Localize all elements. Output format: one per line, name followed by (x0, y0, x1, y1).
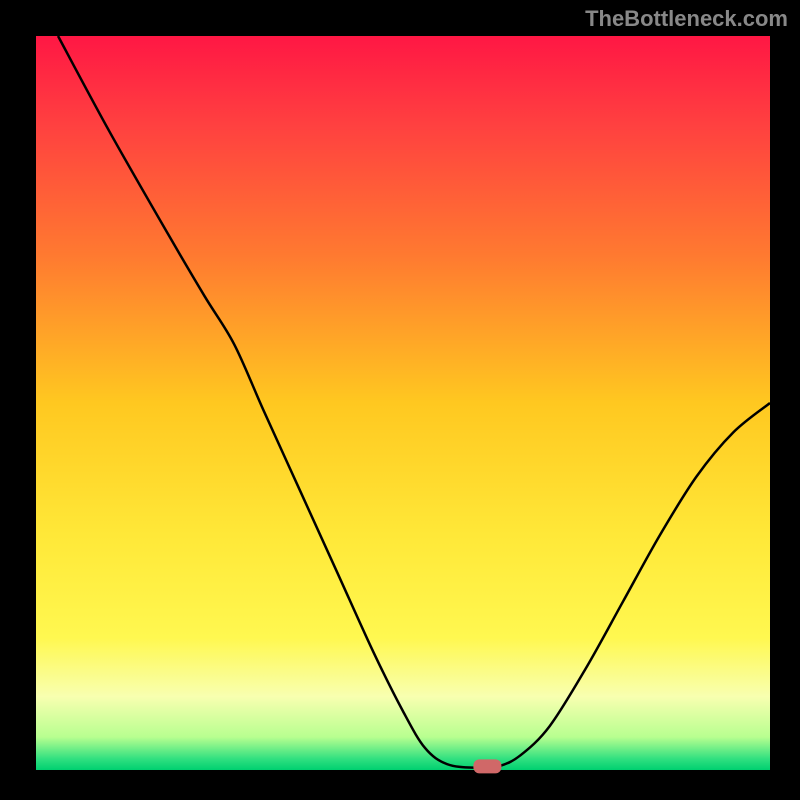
chart-svg (0, 0, 800, 800)
bottleneck-chart: TheBottleneck.com (0, 0, 800, 800)
optimal-marker (473, 759, 501, 773)
watermark-text: TheBottleneck.com (585, 6, 788, 32)
plot-background (36, 36, 770, 770)
